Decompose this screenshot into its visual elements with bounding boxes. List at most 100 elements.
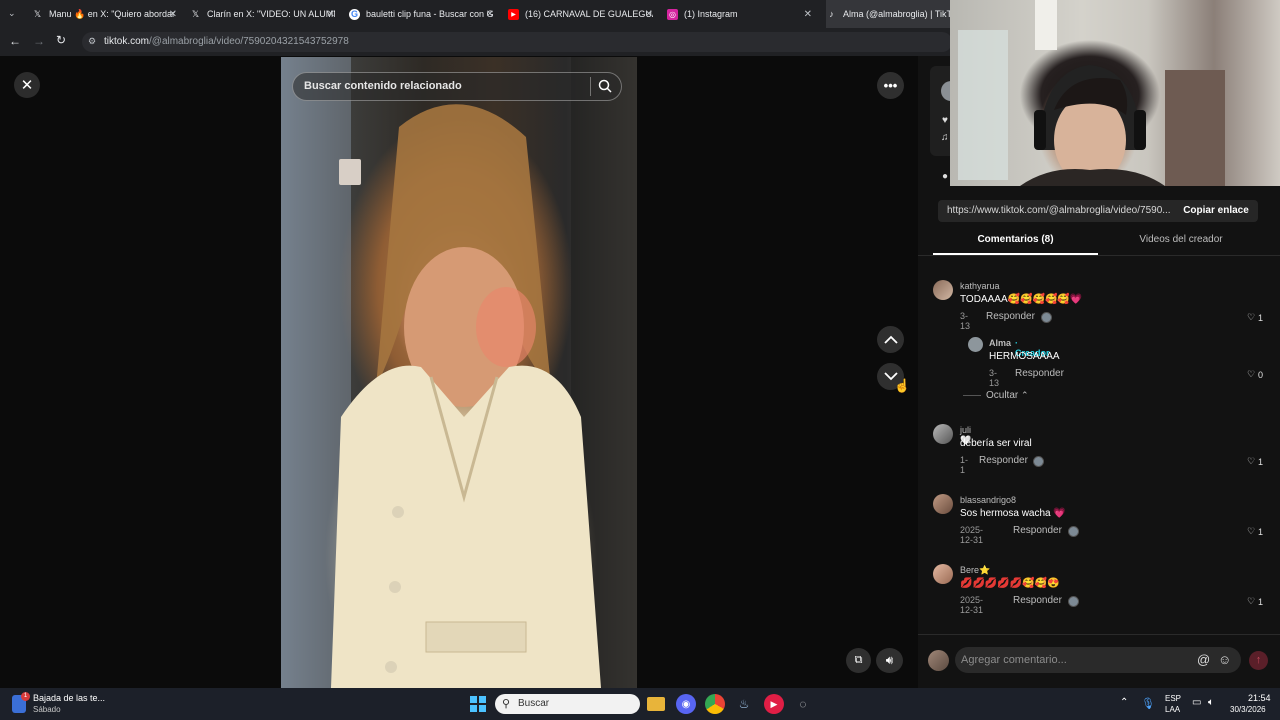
- tab-6-active[interactable]: ♪ Alma (@almabroglia) | TikTok: [826, 0, 950, 28]
- youtube-icon: ▶: [508, 8, 519, 20]
- tab-4[interactable]: ▶ (16) CARNAVAL DE GUALEGUAYCHÚ ✕: [508, 0, 653, 28]
- notification-title[interactable]: Bajada de las te...: [33, 693, 105, 703]
- close-tab-icon[interactable]: ✕: [327, 9, 335, 20]
- tab-label: (16) CARNAVAL DE GUALEGUAYCHÚ: [525, 9, 653, 19]
- avatar[interactable]: [933, 564, 953, 584]
- copy-link-button[interactable]: Copiar enlace: [1174, 200, 1258, 222]
- search-divider: [590, 77, 591, 96]
- notification-subtitle: Sábado: [33, 705, 61, 714]
- forward-icon[interactable]: →: [33, 34, 45, 48]
- file-explorer-icon[interactable]: [647, 697, 665, 711]
- avatar[interactable]: [933, 280, 953, 300]
- comment-user[interactable]: blassandrigo8: [960, 495, 1016, 505]
- tab-list-chevron-icon[interactable]: ⌄: [8, 8, 16, 19]
- webcam-illustration: [958, 0, 1225, 186]
- tab-2[interactable]: 𝕏 Clarín en X: "VIDEO: UN ALUMNO ✕: [190, 0, 335, 28]
- like-count: 1: [1258, 313, 1264, 323]
- close-icon[interactable]: ✕: [14, 72, 40, 98]
- avatar[interactable]: [933, 494, 953, 514]
- microphone-icon[interactable]: 🎙︎: [1141, 697, 1155, 710]
- reply-button[interactable]: Responder: [1013, 525, 1062, 536]
- reply-button[interactable]: Responder: [986, 311, 1035, 322]
- mention-icon[interactable]: @: [1197, 652, 1210, 667]
- taskbar-search[interactable]: Buscar: [495, 694, 640, 714]
- reply-button[interactable]: Responder: [1013, 595, 1062, 606]
- tiktok-icon: ♪: [829, 9, 834, 19]
- reaction-avatar: [1041, 312, 1052, 323]
- reaction-avatar: [1033, 456, 1044, 467]
- like-count: 1: [1258, 527, 1264, 537]
- media-player-icon[interactable]: ▶: [764, 694, 784, 714]
- comment-user[interactable]: Bere⭐: [960, 565, 990, 576]
- comment-user[interactable]: Alma: [989, 338, 1011, 348]
- discord-icon[interactable]: ◉: [676, 694, 696, 714]
- lang-primary[interactable]: ESP: [1165, 694, 1181, 703]
- like-count: 0: [1258, 370, 1264, 380]
- close-tab-icon[interactable]: ✕: [169, 9, 177, 20]
- tab-creator-videos[interactable]: Videos del creador: [1098, 234, 1264, 254]
- mouse-cursor-icon: ☝: [894, 378, 911, 393]
- heart-icon[interactable]: ♥: [942, 115, 948, 126]
- like-icon[interactable]: ♡: [1247, 369, 1255, 380]
- search-icon: ⚲: [502, 698, 511, 710]
- tray-chevron-up-icon[interactable]: ⌃: [1120, 697, 1128, 708]
- address-bar[interactable]: tiktok.com/@almabroglia/video/7590204321…: [82, 32, 952, 52]
- webcam-overlay: [950, 0, 1280, 186]
- previous-video-icon[interactable]: [877, 326, 904, 353]
- reply-button[interactable]: Responder: [979, 455, 1028, 466]
- site-info-icon[interactable]: ⚙: [88, 36, 96, 47]
- tab-5[interactable]: ◎ (1) Instagram ✕: [667, 0, 812, 28]
- steam-icon[interactable]: ♨: [734, 694, 754, 714]
- app-icon[interactable]: ◌: [793, 694, 813, 714]
- tab-label: Clarín en X: "VIDEO: UN ALUMNO: [207, 9, 335, 19]
- start-button[interactable]: [468, 694, 488, 714]
- search-icon[interactable]: [598, 79, 612, 98]
- google-icon: G: [349, 8, 360, 20]
- reply-button[interactable]: Responder: [1015, 368, 1064, 379]
- emoji-icon[interactable]: ☺: [1218, 652, 1231, 667]
- music-note-icon: ♫: [941, 132, 949, 143]
- speaker-icon[interactable]: 🔈︎: [1208, 697, 1214, 708]
- tab-divider: [918, 255, 1280, 256]
- notification-badge: 1: [21, 692, 30, 701]
- related-search-input[interactable]: Buscar contenido relacionado: [292, 72, 622, 101]
- comment-text: HERMOSAAAA: [989, 351, 1060, 362]
- tab-3[interactable]: G bauletti clip funa - Buscar con Google…: [349, 0, 494, 28]
- like-count-icon[interactable]: ●: [942, 171, 948, 182]
- floating-player-icon[interactable]: ⧉: [846, 648, 871, 673]
- like-icon[interactable]: ♡: [1247, 456, 1255, 467]
- close-tab-icon[interactable]: ✕: [804, 9, 812, 20]
- video-frame-illustration: [281, 57, 637, 688]
- like-icon[interactable]: ♡: [1247, 596, 1255, 607]
- like-icon[interactable]: ♡: [1247, 526, 1255, 537]
- address-path: /@almabroglia/video/7590204321543752978: [149, 36, 349, 47]
- tab-label: Alma (@almabroglia) | TikTok: [843, 9, 950, 19]
- lang-secondary[interactable]: LAA: [1165, 705, 1180, 714]
- more-options-icon[interactable]: •••: [877, 72, 904, 99]
- instagram-icon: ◎: [667, 8, 678, 20]
- close-tab-icon[interactable]: ✕: [645, 9, 653, 20]
- hide-replies-button[interactable]: Ocultar: [986, 390, 1018, 401]
- comment-user[interactable]: kathyarua: [960, 281, 1000, 291]
- back-icon[interactable]: ←: [9, 34, 21, 48]
- tab-label: bauletti clip funa - Buscar con Google: [366, 9, 494, 19]
- chrome-icon[interactable]: [705, 694, 725, 714]
- clock-time[interactable]: 21:54: [1248, 693, 1271, 703]
- reaction-avatar: [1068, 596, 1079, 607]
- avatar[interactable]: [933, 424, 953, 444]
- clock-date[interactable]: 30/3/2026: [1230, 705, 1266, 714]
- tab-comments[interactable]: Comentarios (8): [933, 234, 1098, 254]
- video-player[interactable]: [281, 57, 637, 688]
- tab-label: Manu 🔥 en X: "Quiero abordar: [49, 8, 175, 19]
- network-icon[interactable]: ▭: [1192, 697, 1201, 708]
- tab-1[interactable]: 𝕏 Manu 🔥 en X: "Quiero abordar ✕: [32, 0, 177, 28]
- like-count: 1: [1258, 597, 1264, 607]
- send-arrow-icon[interactable]: ↑: [1249, 651, 1268, 670]
- close-tab-icon[interactable]: ✕: [486, 9, 494, 20]
- like-icon[interactable]: ♡: [1247, 312, 1255, 323]
- comment-date: 3-13: [960, 311, 971, 331]
- reload-icon[interactable]: ↻: [56, 33, 66, 47]
- volume-icon[interactable]: 🔊︎: [876, 648, 903, 673]
- chevron-up-icon[interactable]: ⌃: [1021, 390, 1029, 401]
- avatar[interactable]: [968, 337, 983, 352]
